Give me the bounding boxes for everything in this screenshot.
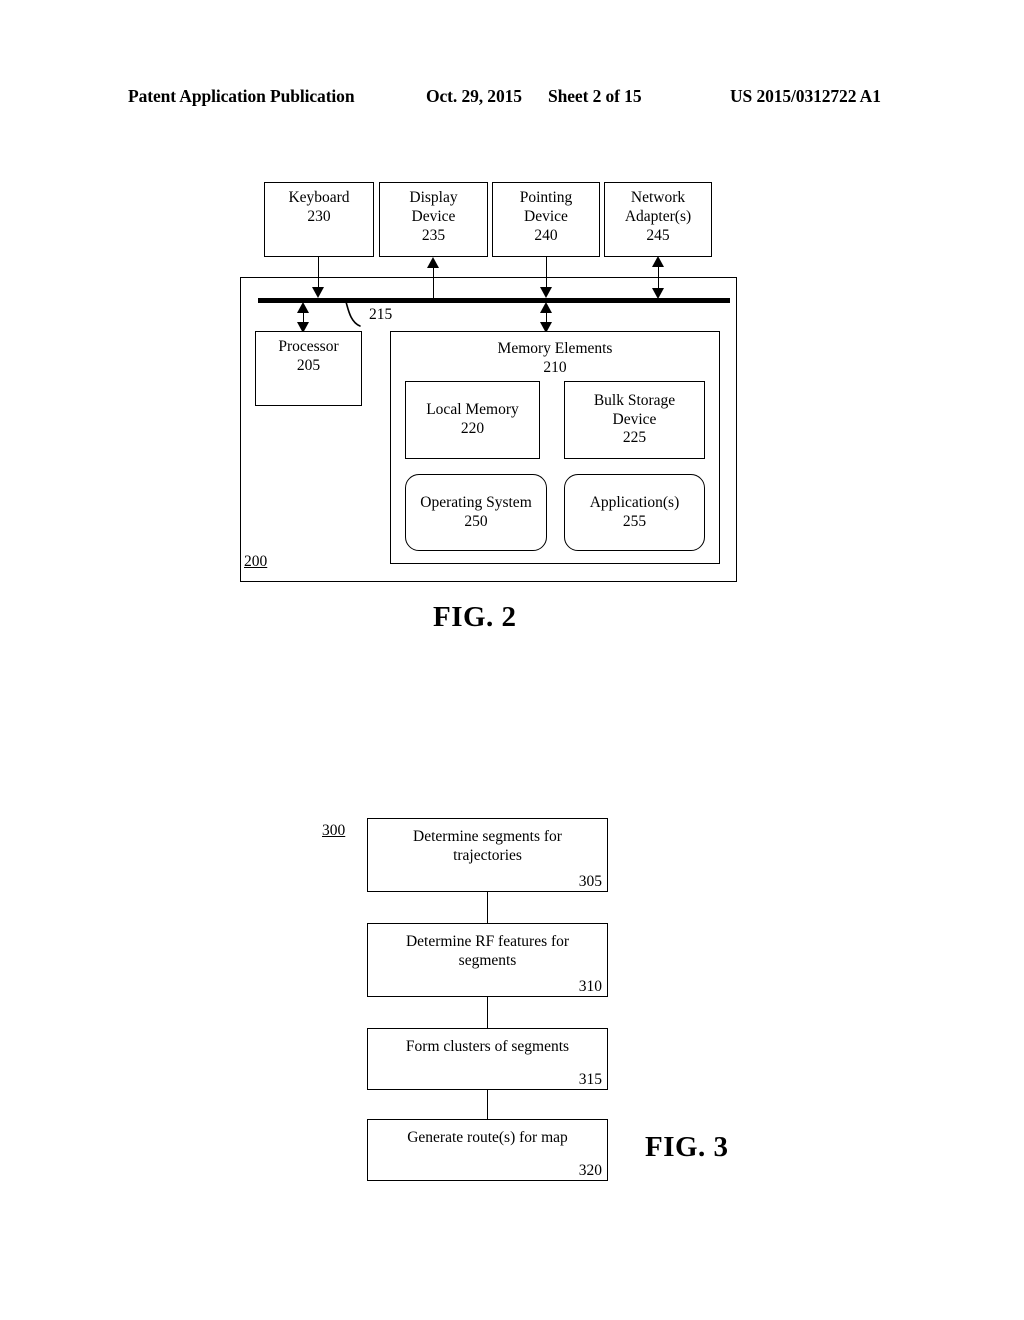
step-determine-rf-line2: segments xyxy=(458,951,517,969)
step-generate-routes-line1: Generate route(s) for map xyxy=(407,1129,568,1146)
step-315-to-320-connector xyxy=(487,1090,488,1119)
step-determine-rf-line1: Determine RF features for xyxy=(405,933,570,950)
step-determine-rf-ref-label: 310 xyxy=(578,977,602,995)
method-ref-label: 300 xyxy=(322,822,346,839)
step-form-clusters-line1: Form clusters of segments xyxy=(405,1038,570,1055)
step-form-clusters-box: Form clusters of segments 315 xyxy=(367,1028,608,1090)
figure-3: 300 Determine segments for trajectories … xyxy=(0,0,1024,1320)
step-generate-routes-box: Generate route(s) for map 320 xyxy=(367,1119,608,1181)
step-determine-segments-box: Determine segments for trajectories 305 xyxy=(367,818,608,892)
step-determine-rf-box: Determine RF features for segments 310 xyxy=(367,923,608,997)
step-form-clusters-ref-label: 315 xyxy=(578,1070,602,1088)
step-determine-segments-line1: Determine segments for xyxy=(413,828,562,845)
step-determine-segments-line2: trajectories xyxy=(453,846,522,864)
figure-3-caption: FIG. 3 xyxy=(645,1131,729,1163)
step-generate-routes-ref-label: 320 xyxy=(578,1161,602,1179)
step-determine-segments-ref-label: 305 xyxy=(578,872,602,890)
step-305-to-310-connector xyxy=(487,892,488,923)
step-310-to-315-connector xyxy=(487,997,488,1028)
